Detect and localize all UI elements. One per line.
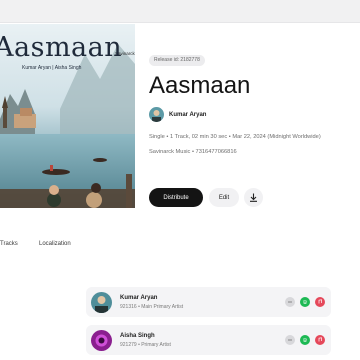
apple-music-icon[interactable] [315,335,325,345]
contributor-role: 921279 • Primary Artist [120,342,171,348]
spotify-icon[interactable] [300,297,310,307]
download-icon [250,193,257,202]
contributor-name: Kumar Aryan [120,295,158,301]
contributor-row[interactable]: Aisha Singh 921279 • Primary Artist [86,325,331,355]
release-artist[interactable]: Kumar Aryan [149,107,206,122]
artist-avatar [149,107,164,122]
contributor-role: 921316 • Main Primary Artist [120,304,184,310]
apple-music-icon[interactable] [315,297,325,307]
release-title: Aasmaan [149,72,251,99]
contributor-row[interactable]: Kumar Aryan 921316 • Main Primary Artist [86,287,331,317]
contributor-name: Aisha Singh [120,333,155,339]
tab-tracks[interactable]: Tracks [0,241,18,247]
distribute-button[interactable]: Distribute [149,188,203,207]
browser-top-bar [0,0,360,23]
cover-subtitle: Kumar Aryan | Aisha Singh [22,65,82,71]
cover-title: Aasmaan [0,32,123,63]
spotify-icon[interactable] [300,335,310,345]
contributor-avatar [91,292,112,313]
artist-name: Kumar Aryan [169,111,207,118]
release-meta-details: Single • 1 Track, 02 min 30 sec • Mar 22… [149,134,321,140]
release-id-badge: Release id: 2182778 [149,55,205,66]
link-icon[interactable] [285,297,295,307]
edit-button[interactable]: Edit [209,188,239,207]
tab-localization[interactable]: Localization [39,241,71,247]
release-meta-label-upc: Savinarck Music • 7316477066816 [149,149,237,155]
link-icon[interactable] [285,335,295,345]
contributor-avatar [91,330,112,351]
album-cover[interactable]: Savinarck Aasmaan Kumar Aryan | Aisha Si… [0,24,135,208]
download-button[interactable] [244,188,263,207]
